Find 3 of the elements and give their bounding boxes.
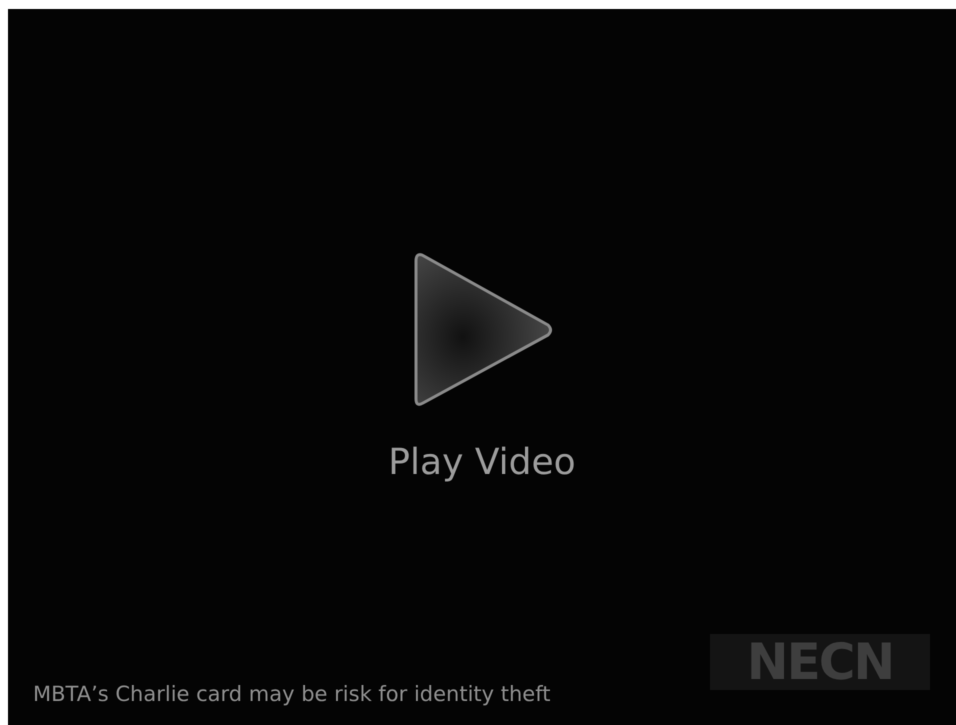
video-caption: MBTA’s Charlie card may be risk for identity theft bbox=[33, 684, 550, 705]
play-video-button[interactable]: Play Video bbox=[388, 445, 576, 481]
play-icon[interactable] bbox=[414, 251, 554, 409]
